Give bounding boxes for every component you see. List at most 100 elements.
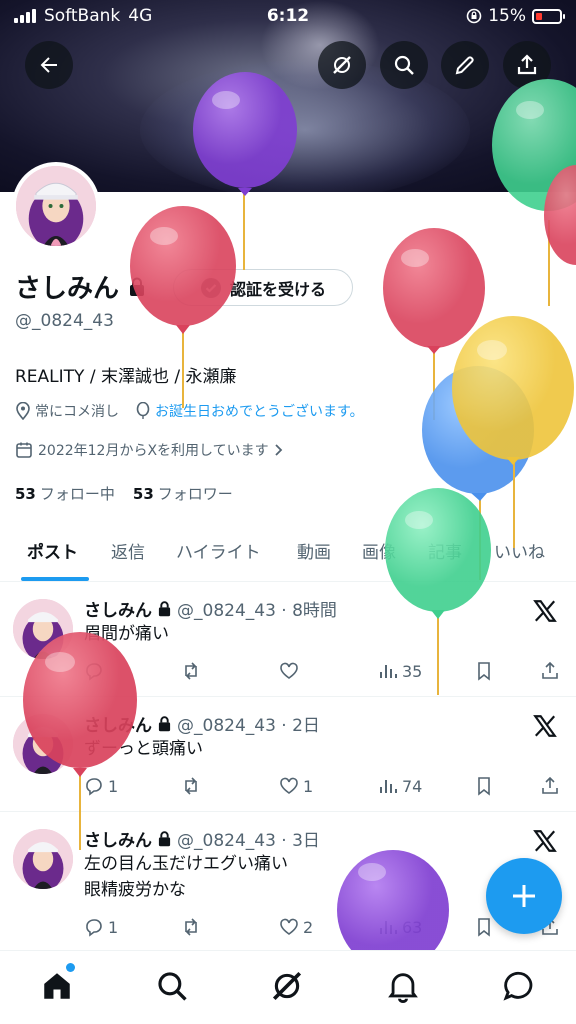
profile-bio: REALITY / 末澤誠也 / 永瀬廉 [15,367,237,387]
profile-handle: @_0824_43 [15,311,114,331]
followers-count: 53 [132,485,154,503]
share-post-button[interactable] [540,776,560,796]
post-author[interactable]: さしみん [84,826,152,851]
x-logo-icon[interactable] [532,828,558,854]
edit-icon [455,56,474,75]
tab-images[interactable]: 画像 [362,538,396,563]
share-post-button[interactable] [540,661,560,681]
get-verified-button[interactable]: 認証を受ける [173,269,353,306]
repost-button[interactable] [181,917,205,937]
balloon-icon [452,316,574,548]
followers-label: フォロワー [157,485,233,503]
messages-icon[interactable] [501,969,535,1003]
profile-meta: 常にコメ消し お誕生日おめでとうございます。 [15,401,364,421]
views-button[interactable]: 74 [378,776,422,796]
like-icon [280,662,298,679]
following-link[interactable]: 53 フォロー中 [15,483,115,504]
x-logo-icon[interactable] [532,713,558,739]
tab-articles[interactable]: 記事 [428,538,462,563]
post-text: ずーっと頭痛い [84,739,203,759]
post-avatar[interactable] [13,714,73,774]
reply-button[interactable]: 1 [84,776,118,796]
bottom-navigation [0,950,576,1024]
post-actions: 1 1 74 [84,776,562,798]
grok-button[interactable] [318,41,366,89]
bookmark-button[interactable] [474,917,494,937]
post-item[interactable]: さしみん @_0824_43 · 2日 ずーっと頭痛い 1 1 74 [0,698,576,812]
bookmark-icon [478,777,490,796]
grok-icon[interactable] [270,969,304,1003]
tab-videos[interactable]: 動画 [297,538,331,563]
repost-icon [185,777,197,795]
bookmark-button[interactable] [474,661,494,681]
reply-button[interactable] [84,661,108,681]
post-text-line1: 左の目ん玉だけエグい痛い [84,854,288,874]
repost-icon [185,918,197,936]
lock-icon [158,830,171,846]
like-count: 1 [303,776,314,796]
post-header: さしみん @_0824_43 · 3日 [84,826,320,851]
balloon-icon [383,228,485,420]
calendar-icon [16,442,32,458]
website[interactable]: お誕生日おめでとうございます。 [135,401,364,421]
search-icon[interactable] [155,969,189,1003]
views-icon [380,921,397,934]
following-count: 53 [15,485,36,503]
active-tab-indicator [21,577,89,581]
post-avatar[interactable] [13,599,73,659]
reply-icon [86,778,102,796]
like-icon [280,918,298,935]
status-right: 15% [466,6,565,26]
tab-replies[interactable]: 返信 [111,538,145,563]
views-count: 35 [402,661,423,681]
orientation-lock-icon [466,8,482,24]
reply-icon [86,663,102,681]
views-button[interactable]: 35 [378,661,422,681]
views-count: 74 [402,776,423,796]
following-label: フォロー中 [39,485,115,503]
follow-stats: 53 フォロー中 53 フォロワー [15,483,233,504]
post-header: さしみん @_0824_43 · 8時間 [84,596,337,621]
website-link[interactable]: お誕生日おめでとうございます。 [155,401,364,421]
repost-button[interactable] [181,776,205,796]
edit-button[interactable] [441,41,489,89]
post-meta: @_0824_43 · 2日 [177,716,320,736]
like-button[interactable]: 2 [279,917,313,937]
reply-count: 1 [108,917,119,937]
profile-name: さしみん [15,274,120,304]
post-avatar[interactable] [13,829,73,889]
search-button[interactable] [380,41,428,89]
like-button[interactable] [279,661,303,681]
reply-icon [86,919,102,937]
verified-badge-icon [200,277,221,298]
reply-button[interactable]: 1 [84,917,118,937]
post-actions: 35 [84,661,562,683]
post-author[interactable]: さしみん [84,711,152,736]
bookmark-button[interactable] [474,776,494,796]
profile-avatar[interactable] [12,162,100,250]
location: 常にコメ消し [15,401,119,421]
grok-icon [333,56,351,74]
location-icon [16,402,30,420]
joined-date[interactable]: 2022年12月からXを利用しています [15,440,284,460]
tab-posts[interactable]: ポスト [27,538,78,563]
views-button[interactable]: 63 [378,917,422,937]
followers-link[interactable]: 53 フォロワー [133,483,233,504]
repost-button[interactable] [181,661,205,681]
bell-icon[interactable] [386,969,420,1003]
tab-highlights[interactable]: ハイライト [176,538,261,563]
post-item[interactable]: さしみん @_0824_43 · 8時間 眉間が痛い 35 [0,583,576,697]
share-button[interactable] [503,41,551,89]
x-logo-icon[interactable] [532,598,558,624]
plus-icon [513,885,535,907]
back-button[interactable] [25,41,73,89]
views-count: 63 [402,917,423,937]
post-actions: 1 2 63 [84,917,562,939]
compose-post-button[interactable] [486,858,562,934]
post-author[interactable]: さしみん [84,596,152,621]
tab-likes[interactable]: いいね [494,538,545,563]
like-button[interactable]: 1 [279,776,313,796]
home-icon[interactable] [40,969,74,1003]
battery-icon [532,8,565,24]
repost-icon [185,662,197,680]
